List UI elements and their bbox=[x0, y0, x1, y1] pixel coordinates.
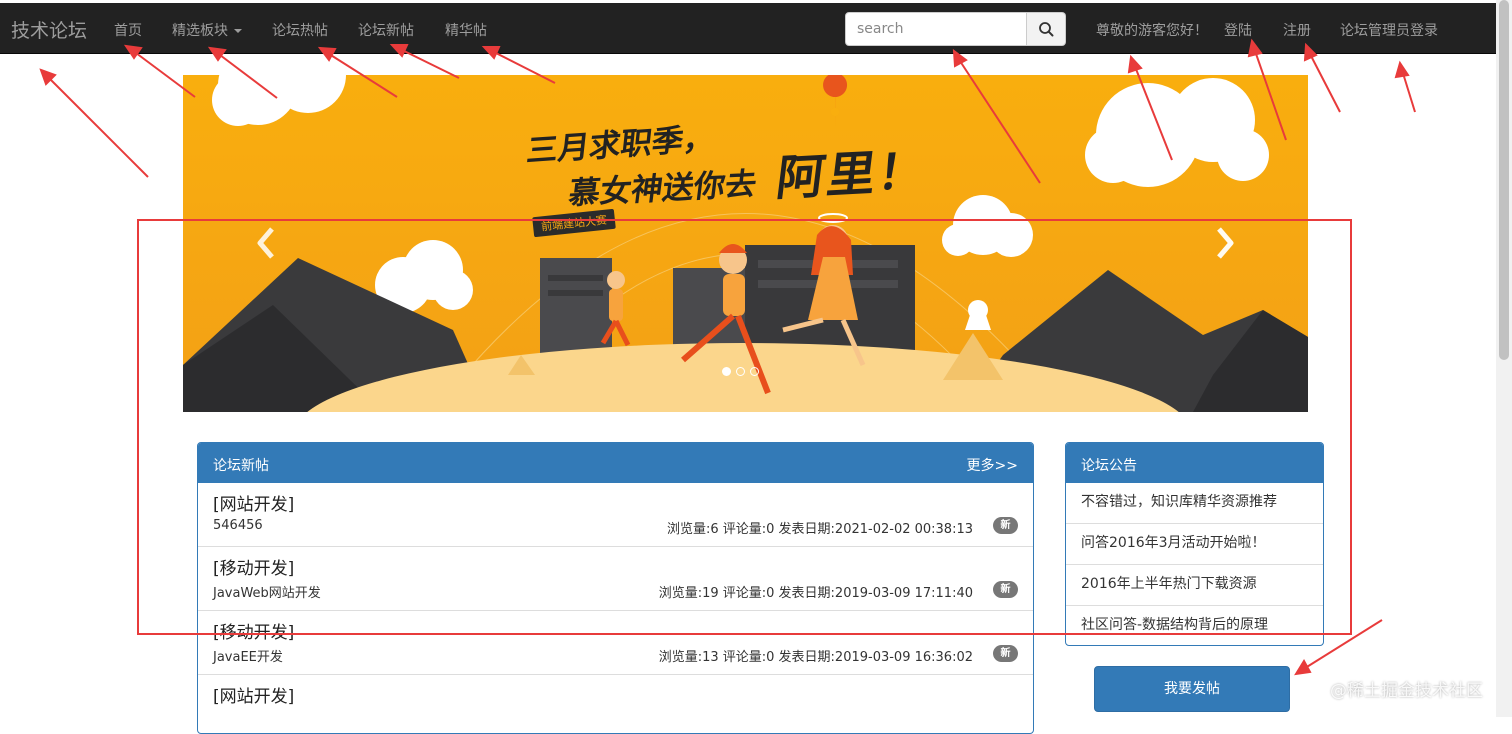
watermark: @稀土掘金技术社区 bbox=[1330, 681, 1483, 701]
new-posts-header: 论坛新帖 更多>> bbox=[198, 443, 1033, 483]
nav-home[interactable]: 首页 bbox=[114, 20, 142, 40]
notice-item[interactable]: 问答2016年3月活动开始啦！ bbox=[1066, 524, 1323, 565]
nav-hot-posts[interactable]: 论坛热帖 bbox=[272, 20, 328, 40]
carousel-indicator-3[interactable] bbox=[750, 367, 759, 376]
post-item[interactable]: [移动开发] JavaWeb网站开发 浏览量:19 评论量:0 发表日期:201… bbox=[198, 547, 1033, 611]
carousel-prev-button[interactable] bbox=[255, 225, 277, 261]
new-post-button[interactable]: 我要发帖 bbox=[1094, 666, 1290, 712]
more-posts-link[interactable]: 更多>> bbox=[967, 455, 1018, 475]
notice-item[interactable]: 不容错过，知识库精华资源推荐 bbox=[1066, 483, 1323, 524]
scrollbar-thumb[interactable] bbox=[1499, 0, 1509, 360]
post-category[interactable]: [网站开发] bbox=[213, 490, 294, 515]
admin-login-link[interactable]: 论坛管理员登录 bbox=[1340, 20, 1438, 40]
nav-essence-posts[interactable]: 精华帖 bbox=[445, 20, 487, 40]
post-meta: 浏览量:13 评论量:0 发表日期:2019-03-09 16:36:02 bbox=[658, 650, 973, 665]
new-badge: 新 bbox=[993, 581, 1018, 598]
notice-item[interactable]: 社区问答-数据结构背后的原理 bbox=[1066, 606, 1323, 645]
post-category[interactable]: [网站开发] bbox=[213, 682, 294, 707]
banner-carousel: 三月求职季， 慕女神送你去 阿里！ 前端建站大赛 bbox=[183, 75, 1308, 412]
register-link[interactable]: 注册 bbox=[1283, 20, 1311, 40]
post-item[interactable]: [移动开发] JavaEE开发 浏览量:13 评论量:0 发表日期:2019-0… bbox=[198, 611, 1033, 675]
banner-illustration bbox=[183, 75, 1308, 412]
brand-logo[interactable]: 技术论坛 bbox=[11, 16, 87, 43]
post-category[interactable]: [移动开发] bbox=[213, 554, 294, 579]
carousel-indicator-1[interactable] bbox=[722, 367, 731, 376]
page-scrollbar[interactable] bbox=[1496, 0, 1512, 717]
post-meta: 浏览量:6 评论量:0 发表日期:2021-02-02 00:38:13 bbox=[666, 522, 973, 537]
login-link[interactable]: 登陆 bbox=[1224, 20, 1252, 40]
post-meta: 浏览量:19 评论量:0 发表日期:2019-03-09 17:11:40 bbox=[658, 586, 973, 601]
notice-item[interactable]: 2016年上半年热门下载资源 bbox=[1066, 565, 1323, 606]
new-posts-panel: 论坛新帖 更多>> [网站开发] 546456 浏览量:6 评论量:0 发表日期… bbox=[197, 442, 1034, 734]
carousel-indicator-2[interactable] bbox=[736, 367, 745, 376]
notice-header: 论坛公告 bbox=[1066, 443, 1323, 483]
notice-title: 论坛公告 bbox=[1081, 458, 1137, 474]
post-title[interactable]: 546456 bbox=[213, 518, 263, 533]
guest-greeting: 尊敬的游客您好！ bbox=[1096, 23, 1208, 39]
notice-panel: 论坛公告 不容错过，知识库精华资源推荐 问答2016年3月活动开始啦！ 2016… bbox=[1065, 442, 1324, 646]
chevron-right-icon bbox=[1217, 227, 1234, 259]
new-badge: 新 bbox=[993, 645, 1018, 662]
chevron-left-icon bbox=[257, 227, 274, 259]
search-icon bbox=[1039, 22, 1054, 37]
nav-featured-label: 精选板块 bbox=[172, 23, 228, 39]
carousel-next-button[interactable] bbox=[1214, 225, 1236, 261]
post-title[interactable]: JavaWeb网站开发 bbox=[213, 582, 321, 601]
post-item[interactable]: [网站开发] bbox=[198, 675, 1033, 733]
new-badge: 新 bbox=[993, 517, 1018, 534]
search-input[interactable] bbox=[845, 12, 1027, 46]
post-title[interactable]: JavaEE开发 bbox=[213, 646, 283, 665]
post-category[interactable]: [移动开发] bbox=[213, 618, 294, 643]
top-navbar: 技术论坛 首页 精选板块 论坛热帖 论坛新帖 精华帖 尊敬的游客您好！ 登陆 注… bbox=[0, 3, 1496, 54]
search-form bbox=[845, 12, 1066, 46]
chevron-down-icon bbox=[234, 29, 242, 33]
new-posts-title: 论坛新帖 bbox=[213, 458, 269, 474]
nav-new-posts[interactable]: 论坛新帖 bbox=[358, 20, 414, 40]
banner-headline-3: 阿里！ bbox=[773, 143, 932, 207]
post-item[interactable]: [网站开发] 546456 浏览量:6 评论量:0 发表日期:2021-02-0… bbox=[198, 483, 1033, 547]
nav-featured-dropdown[interactable]: 精选板块 bbox=[172, 20, 242, 40]
search-button[interactable] bbox=[1027, 12, 1066, 46]
